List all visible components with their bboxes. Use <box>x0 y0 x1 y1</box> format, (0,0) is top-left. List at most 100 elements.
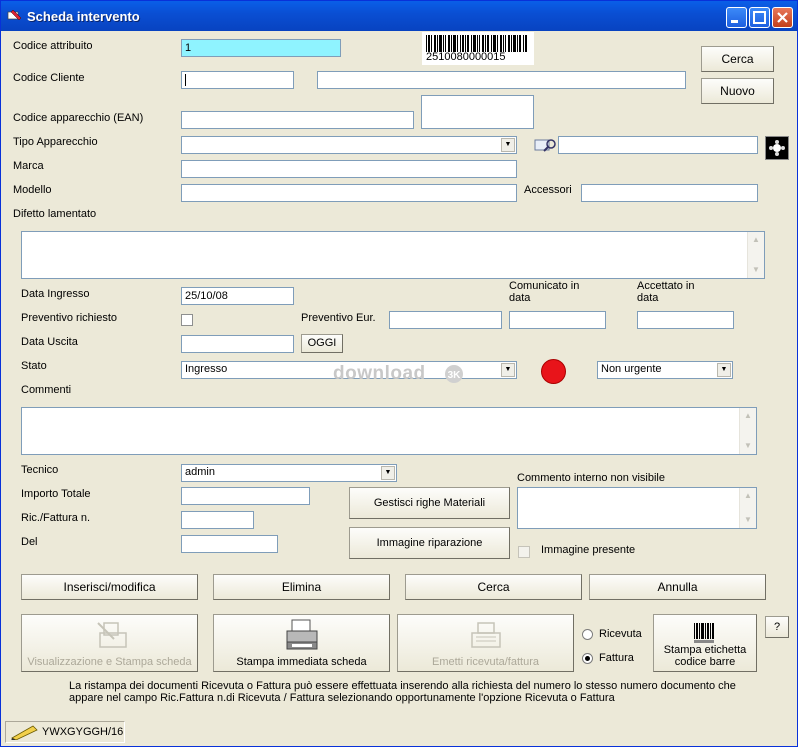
nome-cliente-field[interactable] <box>317 71 686 89</box>
barcode-number: 2510080000015 <box>426 51 506 63</box>
inserisci-modifica-button[interactable]: Inserisci/modifica <box>21 574 198 600</box>
accessori-field[interactable] <box>581 184 758 202</box>
commenti-textarea[interactable]: ▲ ▼ <box>21 407 757 455</box>
info-note: La ristampa dei documenti Ricevuta o Fat… <box>69 680 736 704</box>
emetti-ricevuta-button[interactable]: Emetti ricevuta/fattura <box>397 614 574 672</box>
immagine-presente-checkbox[interactable] <box>518 546 530 558</box>
svg-text:3K: 3K <box>448 370 462 381</box>
commento-interno-label: Commento interno non visibile <box>517 472 665 484</box>
codice-attributo-label: Codice attribuito <box>13 40 93 52</box>
nuovo-button[interactable]: Nuovo <box>701 78 774 104</box>
chevron-down-icon[interactable]: ▼ <box>381 466 395 480</box>
codice-apparecchio-field[interactable] <box>181 111 414 129</box>
elimina-button[interactable]: Elimina <box>213 574 390 600</box>
watermark-logo-icon: 3K <box>445 365 463 383</box>
stampa-immediata-button[interactable]: Stampa immediata scheda <box>213 614 390 672</box>
status-user-panel: YWXGYGGH/16 <box>5 721 125 743</box>
difetto-label: Difetto lamentato <box>13 208 97 220</box>
data-uscita-field[interactable] <box>181 335 294 353</box>
status-user: YWXGYGGH/16 <box>42 726 124 738</box>
scroll-up-icon[interactable]: ▲ <box>741 409 755 423</box>
lookup-button[interactable] <box>765 136 789 160</box>
close-button[interactable] <box>772 7 793 28</box>
window: Scheda intervento Codice attribuito 1 25… <box>0 0 798 747</box>
modello-field[interactable] <box>181 184 517 202</box>
modello-label: Modello <box>13 184 52 196</box>
difetto-textarea[interactable]: ▲ ▼ <box>21 231 765 279</box>
annulla-button[interactable]: Annulla <box>589 574 766 600</box>
stampa-etichetta-button[interactable]: Stampa etichetta codice barre <box>653 614 757 672</box>
barcode-label-icon <box>694 623 714 643</box>
tecnico-label: Tecnico <box>21 464 59 476</box>
status-bar: YWXGYGGH/16 <box>3 719 795 745</box>
printer-icon <box>286 619 318 650</box>
scrollbar[interactable]: ▲ ▼ <box>747 232 764 278</box>
scroll-up-icon[interactable]: ▲ <box>741 489 755 503</box>
help-button[interactable]: ? <box>765 616 789 638</box>
importo-totale-label: Importo Totale <box>21 488 91 500</box>
app-icon <box>7 9 22 21</box>
scroll-down-icon[interactable]: ▼ <box>749 263 763 277</box>
scrollbar[interactable]: ▲ ▼ <box>739 408 756 454</box>
codice-apparecchio-label: Codice apparecchio (EAN) <box>13 112 144 124</box>
urgenza-value: Non urgente <box>601 363 662 375</box>
stampa-etichetta-label: Stampa etichetta codice barre <box>663 644 747 668</box>
window-title: Scheda intervento <box>27 9 140 24</box>
gestisci-materiali-button[interactable]: Gestisci righe Materiali <box>349 487 510 519</box>
cerca-button[interactable]: Cerca <box>405 574 582 600</box>
flower-icon <box>769 140 785 156</box>
visualizzazione-stampa-button[interactable]: Visualizzazione e Stampa scheda <box>21 614 198 672</box>
immagine-riparazione-button[interactable]: Immagine riparazione <box>349 527 510 559</box>
tecnico-select[interactable]: admin ▼ <box>181 464 397 482</box>
marca-field[interactable] <box>181 160 517 178</box>
preventivo-eur-label: Preventivo Eur. <box>301 312 376 324</box>
codice-attributo-field[interactable]: 1 <box>181 39 341 57</box>
fattura-radio[interactable] <box>582 653 593 664</box>
chevron-down-icon[interactable]: ▼ <box>501 138 515 152</box>
comunicato-field[interactable] <box>509 311 606 329</box>
scroll-down-icon[interactable]: ▼ <box>741 439 755 453</box>
codice-cliente-field[interactable] <box>181 71 294 89</box>
commenti-label: Commenti <box>21 384 72 396</box>
comunicato-label: Comunicato in data <box>509 280 580 304</box>
tipo-ricerca-field[interactable] <box>558 136 758 154</box>
commento-interno-textarea[interactable]: ▲ ▼ <box>517 487 757 529</box>
print-preview-icon <box>97 622 127 648</box>
maximize-button[interactable] <box>749 7 770 28</box>
tipo-apparecchio-select[interactable]: ▼ <box>181 136 517 154</box>
search-card-icon[interactable] <box>534 137 558 153</box>
urgenza-select[interactable]: Non urgente ▼ <box>597 361 733 379</box>
accettato-field[interactable] <box>637 311 734 329</box>
scrollbar[interactable]: ▲ ▼ <box>739 488 756 528</box>
scroll-up-icon[interactable]: ▲ <box>749 233 763 247</box>
status-dot-icon <box>541 359 566 384</box>
importo-totale-field[interactable] <box>181 487 310 505</box>
tecnico-value: admin <box>185 466 215 478</box>
data-ingresso-field[interactable]: 25/10/08 <box>181 287 294 305</box>
cash-register-icon <box>471 622 501 648</box>
marca-label: Marca <box>13 160 44 172</box>
minimize-button[interactable] <box>726 7 747 28</box>
chevron-down-icon[interactable]: ▼ <box>501 363 515 377</box>
chevron-down-icon[interactable]: ▼ <box>717 363 731 377</box>
stato-value: Ingresso <box>185 363 228 375</box>
oggi-button[interactable]: OGGI <box>301 334 343 353</box>
accessori-label: Accessori <box>524 184 572 196</box>
preventivo-eur-field[interactable] <box>389 311 502 329</box>
preventivo-richiesto-checkbox[interactable] <box>181 314 193 326</box>
stampa-immediata-label: Stampa immediata scheda <box>236 656 367 668</box>
cerca-top-button[interactable]: Cerca <box>701 46 774 72</box>
ricevuta-radio[interactable] <box>582 629 593 640</box>
accettato-label: Accettato in data <box>637 280 695 304</box>
close-icon <box>777 12 788 23</box>
preventivo-richiesto-label: Preventivo richiesto <box>21 312 117 324</box>
ric-fattura-field[interactable] <box>181 511 254 529</box>
ric-fattura-label: Ric./Fattura n. <box>21 512 91 524</box>
data-ingresso-label: Data Ingresso <box>21 288 90 300</box>
minimize-icon <box>731 20 738 23</box>
watermark-text: download <box>333 363 426 384</box>
ricevuta-label: Ricevuta <box>599 628 642 640</box>
scroll-down-icon[interactable]: ▼ <box>741 513 755 527</box>
del-field[interactable] <box>181 535 278 553</box>
stato-label: Stato <box>21 360 47 372</box>
